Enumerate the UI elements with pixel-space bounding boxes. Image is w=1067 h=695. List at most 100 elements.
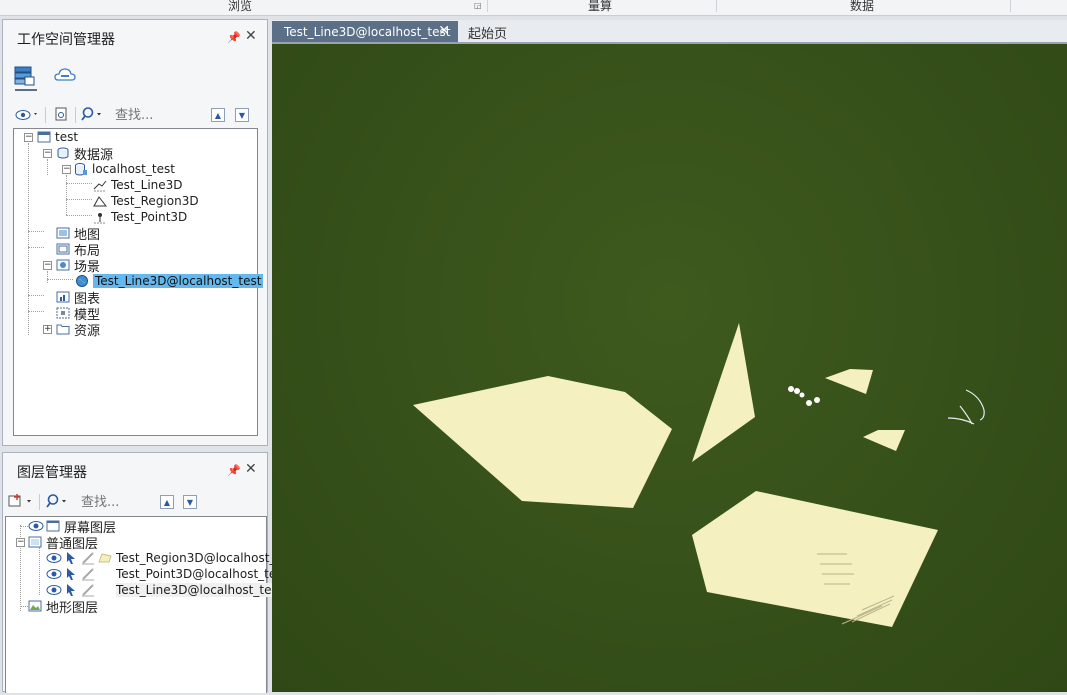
layer-group-icon <box>28 535 42 549</box>
cloud-icon <box>54 68 76 81</box>
close-icon[interactable]: ✕ <box>438 23 450 39</box>
collapse-toggle[interactable]: − <box>62 165 71 174</box>
tree-node-dataset-region3d[interactable]: Test_Region3D <box>93 193 199 209</box>
workspace-panel-title: 工作空间管理器 <box>17 32 115 48</box>
tree-node-label: Test_Line3D@localhost_test <box>93 274 264 288</box>
tree-node-label: 地形图层 <box>46 600 99 616</box>
tree-node-label: test <box>55 130 79 144</box>
region-polygon[interactable] <box>825 369 873 394</box>
tree-line <box>28 231 44 232</box>
layout-icon <box>56 242 70 256</box>
datasource-folder-icon <box>56 146 70 160</box>
region3d-icon <box>93 194 107 208</box>
tree-node-normal-layers[interactable]: 普通图层 <box>28 534 99 552</box>
layer-search-input[interactable] <box>81 494 157 510</box>
view-options-button[interactable] <box>15 104 41 124</box>
collapse-toggle[interactable]: − <box>43 261 52 270</box>
tree-node-dataset-line3d[interactable]: Test_Line3D <box>93 177 183 193</box>
chart-icon <box>56 290 70 304</box>
tree-node-label: Test_Region3D <box>111 194 199 208</box>
collapse-toggle[interactable]: − <box>16 538 25 547</box>
up-arrow-icon[interactable]: ▲ <box>211 108 225 122</box>
up-arrow-icon[interactable]: ▲ <box>160 495 174 509</box>
collapse-toggle[interactable]: − <box>24 133 33 142</box>
region-polygon[interactable] <box>863 430 905 451</box>
pin-icon[interactable]: 📌 <box>227 464 241 477</box>
layer-tree: 屏幕图层 − 普通图层 Test_Region3D@localhost_test… <box>5 516 299 693</box>
tree-node-label: localhost_test <box>92 162 175 176</box>
tree-node-resources[interactable]: 资源 <box>56 321 101 339</box>
tree-node-scene-item[interactable]: Test_Line3D@localhost_test <box>75 273 264 289</box>
ribbon-separator <box>1010 0 1011 12</box>
point3d-icon <box>93 210 107 224</box>
layer-label: Test_Line3D@localhost_test <box>116 583 283 597</box>
eye-icon[interactable] <box>28 520 46 532</box>
tab-start-page[interactable]: 起始页 <box>468 23 507 42</box>
line3d-icon <box>93 178 107 192</box>
globe-icon <box>75 274 89 288</box>
close-icon[interactable]: ✕ <box>245 461 257 477</box>
scene-icon <box>56 258 70 272</box>
tree-line <box>28 247 44 248</box>
tab-scene[interactable]: Test_Line3D@localhost_test ✕ <box>272 21 458 42</box>
tree-node-label: 数据源 <box>74 147 114 163</box>
down-arrow-icon[interactable]: ▼ <box>235 108 249 122</box>
workspace-manager-panel: 工作空间管理器 📌 ✕ ▲ ▼ <box>2 19 268 446</box>
down-arrow-icon[interactable]: ▼ <box>183 495 197 509</box>
online-tab[interactable] <box>53 65 79 91</box>
tree-node-terrain-layers[interactable]: 地形图层 <box>28 598 99 616</box>
selectable-icon[interactable] <box>64 567 81 581</box>
tree-line <box>66 215 92 216</box>
tree-line <box>66 183 92 184</box>
open-button[interactable] <box>51 104 71 124</box>
eye-icon[interactable] <box>46 568 64 580</box>
ribbon-group-data: 数据 <box>850 0 875 13</box>
layer-row-point3d[interactable]: Test_Point3D@localhost_test <box>46 566 287 582</box>
toolbar-separator <box>75 107 76 123</box>
region-polygon[interactable] <box>413 376 672 508</box>
folder-icon <box>56 322 70 336</box>
workspace-tab[interactable] <box>13 65 39 91</box>
tree-line <box>47 159 48 175</box>
scene-viewport[interactable] <box>272 42 1067 692</box>
selectable-icon[interactable] <box>64 551 81 565</box>
line-features[interactable] <box>947 389 985 425</box>
dialog-launcher-icon[interactable]: ◲ <box>474 2 482 10</box>
region-style-icon <box>98 552 116 564</box>
tree-node-label: 场景 <box>74 259 101 275</box>
tree-node-label: 资源 <box>74 323 101 339</box>
ribbon-group-measure: 量算 <box>588 0 613 13</box>
tree-node-scenes[interactable]: 场景 <box>56 257 101 275</box>
ribbon-group-labels: 浏览 ◲ 量算 数据 <box>0 0 1067 16</box>
tree-line <box>47 279 73 280</box>
search-icon[interactable] <box>81 104 105 124</box>
collapse-toggle[interactable]: − <box>43 149 52 158</box>
eye-icon[interactable] <box>46 584 64 596</box>
selectable-icon[interactable] <box>64 583 81 597</box>
editable-icon[interactable] <box>81 567 116 581</box>
editable-icon[interactable] <box>81 551 98 565</box>
tree-line <box>39 547 40 595</box>
tree-node-label: Test_Line3D <box>111 178 183 192</box>
tree-node-datasources[interactable]: 数据源 <box>56 145 114 163</box>
region-polygon[interactable] <box>692 323 755 462</box>
eye-icon[interactable] <box>46 552 64 564</box>
tree-node-datasource[interactable]: localhost_test <box>74 161 175 177</box>
editable-icon[interactable] <box>81 583 116 597</box>
pin-icon[interactable]: 📌 <box>227 31 241 44</box>
add-layer-button[interactable] <box>7 491 35 511</box>
region-polygon[interactable] <box>692 491 938 627</box>
layer-manager-panel: 图层管理器 📌 ✕ ▲ ▼ 屏幕图层 − 普通图层 <box>2 452 299 693</box>
tree-node-label: 普通图层 <box>46 536 99 552</box>
point-markers[interactable] <box>788 386 820 406</box>
close-icon[interactable]: ✕ <box>245 28 257 44</box>
ribbon-group-browse: 浏览 <box>228 0 253 13</box>
expand-toggle[interactable]: + <box>43 325 52 334</box>
workspace-search-input[interactable] <box>115 107 203 123</box>
search-icon[interactable] <box>45 491 71 511</box>
tree-node-dataset-point3d[interactable]: Test_Point3D <box>93 209 187 225</box>
tree-line <box>66 199 92 200</box>
layer-row-region3d[interactable]: Test_Region3D@localhost_test <box>46 550 299 566</box>
workspace-icon <box>37 130 51 144</box>
tree-node-root[interactable]: test <box>37 129 78 145</box>
